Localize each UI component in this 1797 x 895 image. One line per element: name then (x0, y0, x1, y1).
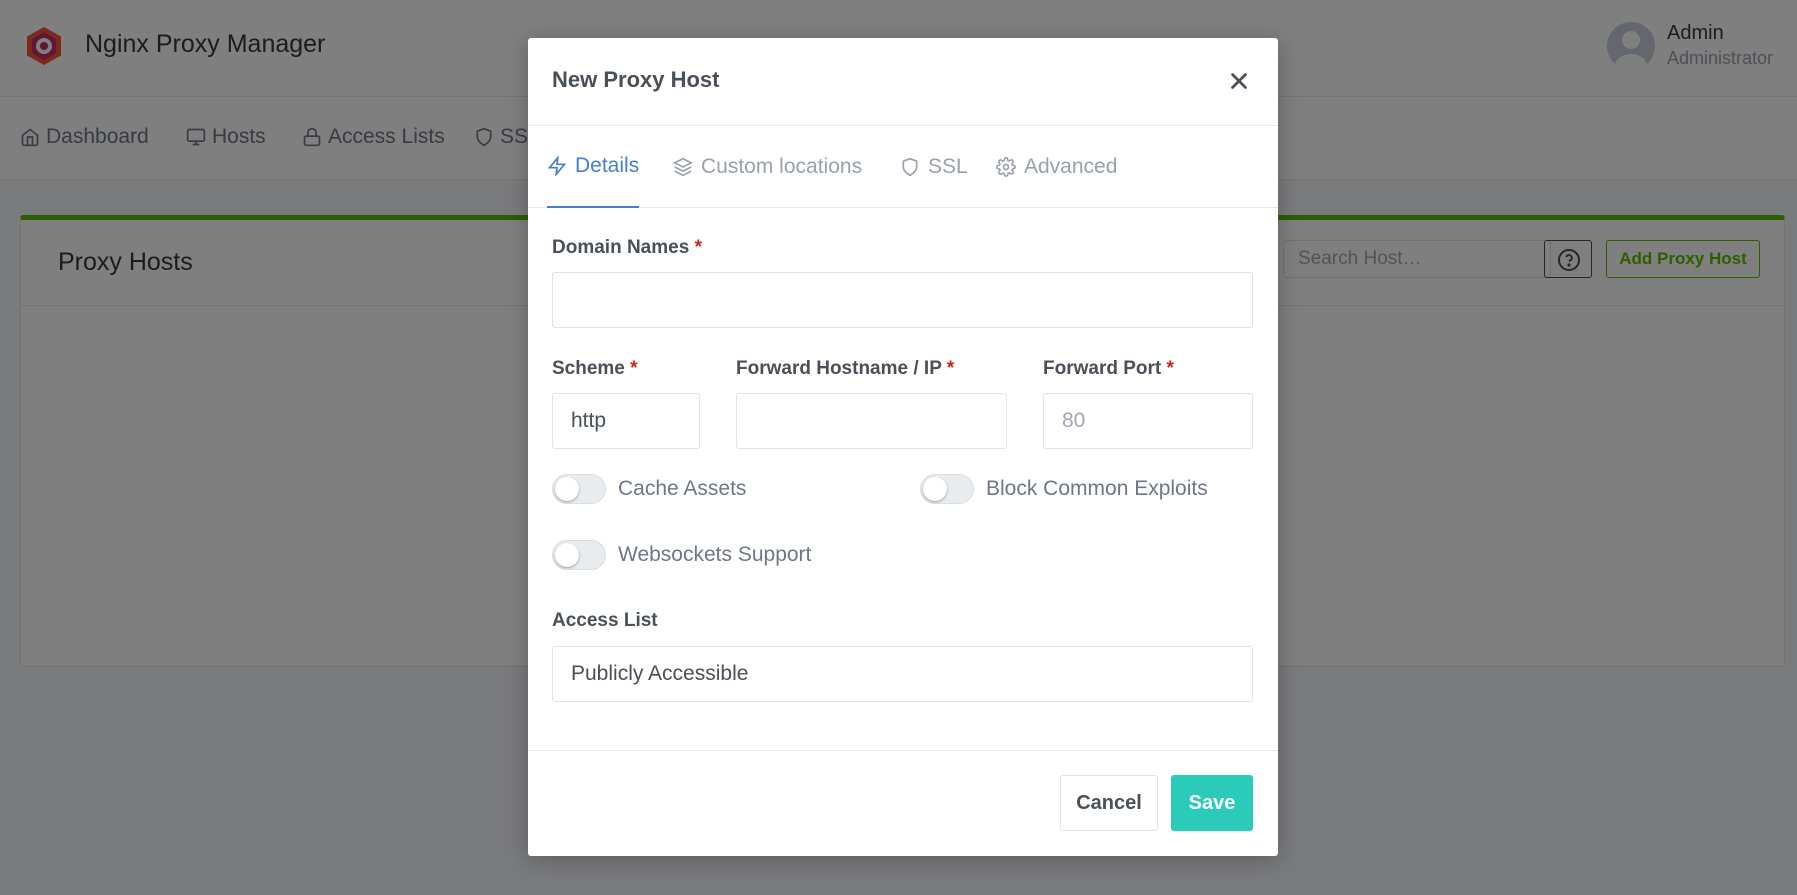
shield-icon (902, 157, 918, 177)
layers-icon (673, 157, 693, 177)
scheme-input[interactable]: http (552, 393, 700, 449)
cache-assets-toggle[interactable]: Cache Assets (552, 474, 746, 504)
forward-host-label: Forward Hostname / IP * (736, 358, 955, 379)
zap-icon (547, 156, 567, 176)
save-button[interactable]: Save (1171, 775, 1253, 831)
close-icon (1231, 73, 1247, 89)
tab-custom-locations[interactable]: Custom locations (673, 126, 862, 208)
scheme-label: Scheme * (552, 358, 638, 379)
websockets-toggle[interactable]: Websockets Support (552, 540, 811, 570)
forward-port-input[interactable]: 80 (1043, 393, 1253, 449)
domain-names-input[interactable] (552, 272, 1253, 328)
settings-icon (996, 157, 1016, 177)
modal-title: New Proxy Host (552, 67, 720, 92)
tab-label: SSL (928, 155, 968, 178)
access-list-label: Access List (552, 610, 658, 631)
modal-footer: Cancel Save (528, 750, 1278, 856)
cancel-button[interactable]: Cancel (1060, 775, 1158, 831)
tab-ssl[interactable]: SSL (900, 126, 968, 208)
block-exploits-switch[interactable] (920, 474, 974, 504)
modal-tabs: Details Custom locations SSL Advanced (528, 126, 1278, 208)
tab-details[interactable]: Details (547, 126, 640, 208)
new-proxy-host-modal: New Proxy Host Details Custom locations … (528, 38, 1278, 856)
cache-assets-label: Cache Assets (618, 477, 747, 500)
block-exploits-label: Block Common Exploits (986, 477, 1208, 500)
tab-label: Advanced (1024, 155, 1118, 178)
cache-assets-switch[interactable] (552, 474, 606, 504)
websockets-switch[interactable] (552, 540, 606, 570)
close-button[interactable] (1226, 68, 1252, 94)
tab-label: Details (575, 154, 640, 177)
access-list-select[interactable]: Publicly Accessible (552, 646, 1253, 702)
tab-label: Custom locations (701, 155, 863, 178)
forward-port-label: Forward Port * (1043, 358, 1174, 379)
modal-header: New Proxy Host (528, 38, 1278, 126)
websockets-label: Websockets Support (618, 543, 812, 566)
forward-host-input[interactable] (736, 393, 1007, 449)
tab-advanced[interactable]: Advanced (996, 126, 1117, 208)
block-exploits-toggle[interactable]: Block Common Exploits (920, 474, 1208, 504)
domain-names-label: Domain Names * (552, 237, 702, 258)
